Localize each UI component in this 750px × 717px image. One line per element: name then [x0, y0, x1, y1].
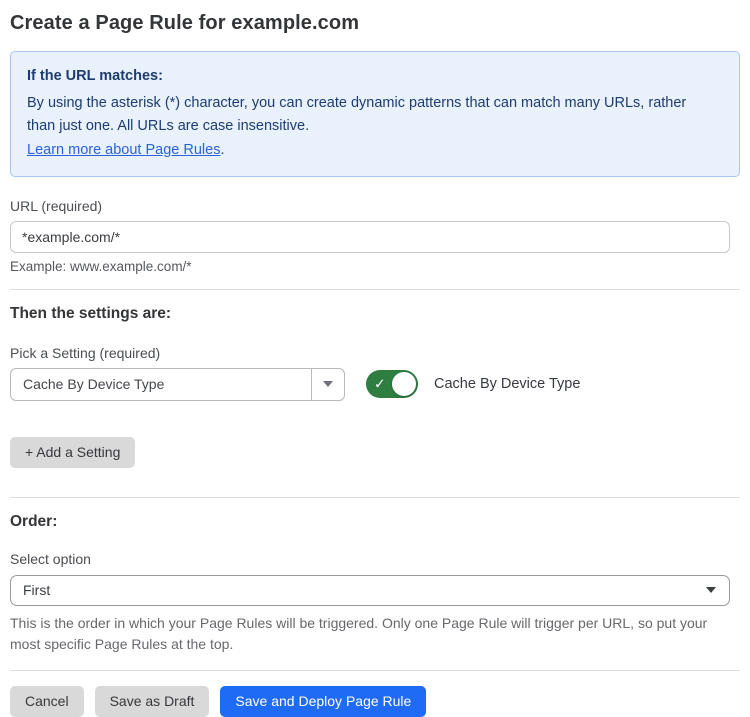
url-input[interactable]	[10, 221, 730, 253]
order-select-value: First	[23, 582, 50, 598]
order-section-heading: Order:	[10, 513, 740, 531]
pick-setting-label: Pick a Setting (required)	[10, 345, 740, 361]
setting-select[interactable]: Cache By Device Type	[10, 368, 345, 401]
order-select[interactable]: First	[10, 575, 730, 606]
settings-section-heading: Then the settings are:	[10, 305, 740, 323]
info-box-body: By using the asterisk (*) character, you…	[27, 92, 717, 138]
info-link-line: Learn more about Page Rules.	[27, 139, 723, 162]
order-helper-text: This is the order in which your Page Rul…	[10, 613, 730, 655]
toggle-label: Cache By Device Type	[434, 376, 580, 392]
setting-select-arrow-button[interactable]	[311, 369, 344, 400]
save-and-deploy-button[interactable]: Save and Deploy Page Rule	[220, 686, 426, 717]
divider	[10, 497, 740, 498]
divider	[10, 670, 740, 671]
cancel-button[interactable]: Cancel	[10, 686, 84, 717]
page-title: Create a Page Rule for example.com	[10, 12, 740, 35]
cache-by-device-type-toggle[interactable]: ✓	[366, 370, 418, 398]
order-select-label: Select option	[10, 551, 740, 567]
save-as-draft-button[interactable]: Save as Draft	[95, 686, 210, 717]
learn-more-link[interactable]: Learn more about Page Rules	[27, 142, 220, 158]
url-field-label: URL (required)	[10, 198, 740, 214]
link-period: .	[220, 142, 224, 158]
info-box-heading: If the URL matches:	[27, 65, 723, 88]
url-example-helper: Example: www.example.com/*	[10, 259, 740, 274]
check-icon: ✓	[374, 377, 386, 391]
toggle-wrap: ✓ Cache By Device Type	[366, 370, 580, 398]
chevron-down-icon	[706, 587, 716, 593]
chevron-down-icon	[323, 381, 333, 387]
actions-row: Cancel Save as Draft Save and Deploy Pag…	[10, 686, 740, 717]
setting-row: Cache By Device Type ✓ Cache By Device T…	[10, 368, 740, 401]
url-match-info-box: If the URL matches: By using the asteris…	[10, 51, 740, 177]
toggle-knob	[392, 372, 416, 396]
add-setting-button[interactable]: + Add a Setting	[10, 437, 135, 468]
divider	[10, 289, 740, 290]
setting-select-value: Cache By Device Type	[11, 369, 311, 400]
